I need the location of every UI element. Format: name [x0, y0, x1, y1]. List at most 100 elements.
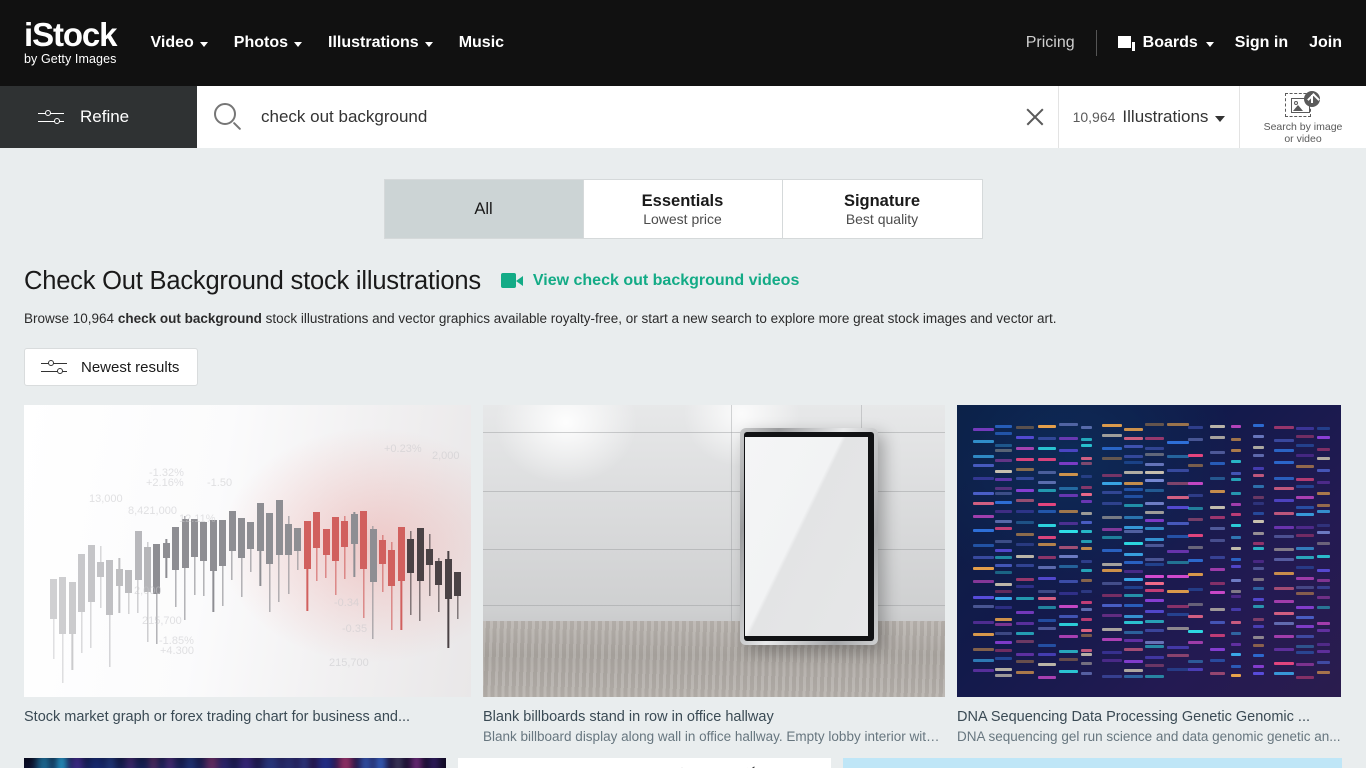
dna-band [1252, 532, 1264, 536]
dna-band [1209, 539, 1225, 543]
dna-band [1295, 565, 1315, 569]
nav-item-illustrations[interactable]: Illustrations [328, 34, 433, 52]
dna-band [994, 622, 1013, 626]
result-thumbnail-billboard[interactable] [483, 405, 945, 697]
dna-band [1059, 493, 1078, 497]
asset-type-dropdown[interactable]: 10,964 Illustrations [1059, 86, 1240, 148]
dna-band [1145, 557, 1164, 561]
candlestick [172, 527, 180, 697]
candlestick [444, 550, 452, 697]
nav-item-music[interactable]: Music [459, 34, 504, 52]
dna-band [1123, 541, 1144, 545]
nav-item-video[interactable]: Video [151, 34, 208, 52]
result-thumbnail-dna[interactable] [957, 405, 1341, 697]
dna-band [994, 431, 1013, 435]
tab-signature[interactable]: Signature Best quality [782, 180, 982, 238]
dna-band [1123, 647, 1144, 651]
dna-band [1016, 499, 1034, 503]
dna-band [1317, 643, 1331, 647]
dna-band [1080, 475, 1093, 479]
dna-band [1145, 478, 1164, 482]
dna-band [1080, 608, 1093, 612]
dna-band [1166, 441, 1190, 445]
dna-band [1274, 672, 1295, 676]
dna-band [1123, 604, 1144, 608]
dna-band [1059, 522, 1078, 526]
dna-band [1080, 530, 1093, 534]
dna-band [1145, 423, 1164, 427]
result-thumbnail-4[interactable] [24, 758, 447, 768]
nav-item-photos[interactable]: Photos [234, 34, 303, 52]
search-icon[interactable] [213, 102, 243, 132]
nav-item-pricing[interactable]: Pricing [1026, 34, 1075, 52]
dna-band [1317, 509, 1331, 513]
clear-search-icon[interactable] [1012, 86, 1058, 148]
dna-band [1295, 624, 1315, 628]
dna-band [1252, 665, 1264, 669]
candlestick [397, 527, 405, 697]
dna-band [994, 526, 1013, 530]
dna-band [1037, 523, 1056, 527]
dna-band [1123, 494, 1144, 498]
dna-band [1317, 448, 1331, 452]
dna-band [1274, 572, 1295, 576]
search-input[interactable] [261, 107, 1012, 127]
dna-band [1102, 516, 1122, 520]
dna-band [1123, 614, 1144, 618]
refine-button[interactable]: Refine [0, 86, 197, 148]
dna-band [1231, 503, 1242, 507]
license-tabs: All Essentials Lowest price Signature Be… [383, 179, 983, 239]
tab-all[interactable]: All [384, 180, 584, 238]
dna-band [994, 582, 1013, 586]
dna-band [1231, 448, 1242, 452]
chart-ghost-label: 12.11% [179, 513, 216, 525]
dna-band [1145, 436, 1164, 440]
result-card-2[interactable]: Blank billboards stand in row in office … [483, 405, 945, 746]
dna-band [1231, 621, 1242, 625]
sign-in-button[interactable]: Sign in [1235, 34, 1288, 52]
dna-band [1317, 606, 1331, 610]
dna-band [1295, 644, 1315, 648]
sort-button[interactable]: Newest results [24, 348, 199, 386]
dna-band [1295, 606, 1315, 610]
dna-band [1102, 423, 1122, 427]
dna-band [1080, 539, 1093, 543]
dna-band [1317, 568, 1331, 572]
dna-band [1080, 499, 1093, 503]
tab-essentials[interactable]: Essentials Lowest price [583, 180, 783, 238]
dna-band [1016, 436, 1034, 440]
dna-band [1145, 609, 1164, 613]
dna-band [1295, 586, 1315, 589]
dna-band [1274, 498, 1295, 502]
dna-band [1123, 445, 1144, 449]
result-thumbnail-5[interactable] [458, 758, 831, 768]
chart-ghost-label: 215,700 [329, 657, 369, 669]
dna-band [1037, 577, 1056, 581]
join-button[interactable]: Join [1309, 34, 1342, 52]
dna-band [1317, 595, 1331, 599]
dna-band [1059, 634, 1078, 638]
dna-band [1209, 556, 1225, 560]
result-card-1[interactable]: 8,421,000 2,000 215,700 -1.32% +2.16% -1.50 12… [24, 405, 471, 726]
dna-band [1145, 575, 1164, 579]
result-card-3[interactable]: DNA Sequencing Data Processing Genetic G… [957, 405, 1341, 746]
dna-band [1059, 591, 1078, 595]
dna-band [1102, 481, 1122, 485]
result-thumbnail-6[interactable]: SUPERMARKET [842, 758, 1342, 768]
search-by-image-button[interactable]: Search by image or video [1240, 86, 1366, 148]
dna-band [1037, 566, 1056, 570]
dna-band [1059, 529, 1078, 533]
search-field-wrapper [197, 86, 1059, 148]
nav-item-boards[interactable]: Boards [1117, 34, 1214, 52]
dna-band [994, 486, 1013, 490]
dna-band [1209, 608, 1225, 612]
nav-item-illustrations-label: Illustrations [328, 34, 419, 51]
results-grid-row-2: SUPERMARKET [24, 758, 1342, 768]
view-videos-link[interactable]: View check out background videos [500, 272, 799, 290]
dna-band [1102, 473, 1122, 477]
istock-logo[interactable]: iStock by Getty Images [24, 17, 118, 69]
dna-band [1166, 455, 1190, 459]
dna-band [1231, 607, 1242, 611]
result-subtitle-2: Blank billboard display along wall in of… [483, 729, 945, 744]
result-thumbnail-stock-chart[interactable]: 8,421,000 2,000 215,700 -1.32% +2.16% -1.50 12… [24, 405, 471, 697]
